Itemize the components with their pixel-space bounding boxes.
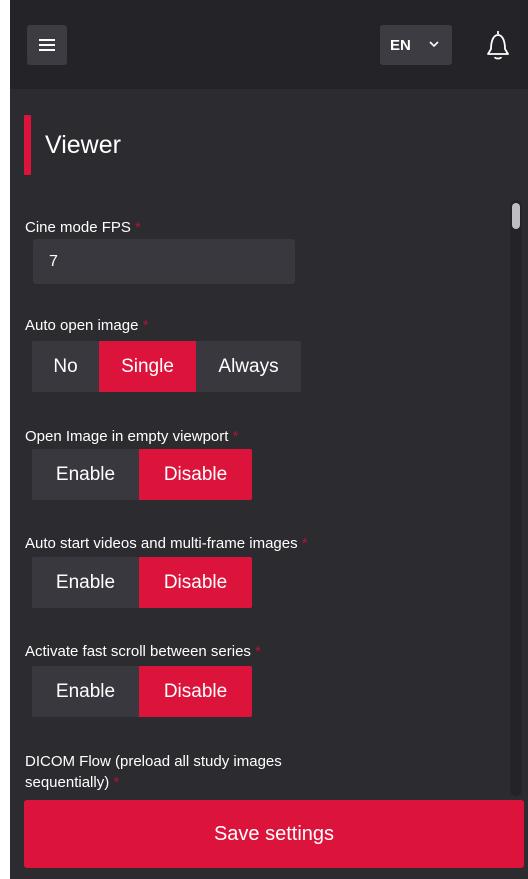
hamburger-icon xyxy=(39,39,55,51)
required-marker: * xyxy=(255,643,261,660)
required-marker: * xyxy=(301,535,308,552)
auto-open-single-button[interactable]: Single xyxy=(99,341,196,392)
cine-fps-label-text: Cine mode FPS xyxy=(25,219,131,236)
auto-open-label-text: Auto open image xyxy=(25,317,139,334)
empty-viewport-label-text: Open Image in empty viewport xyxy=(25,428,229,445)
auto-start-toggle: Enable Disable xyxy=(32,557,252,608)
page-title: Viewer xyxy=(45,130,121,159)
empty-viewport-toggle: Enable Disable xyxy=(32,449,252,500)
bell-icon[interactable] xyxy=(483,25,513,65)
empty-viewport-label: Open Image in empty viewport * xyxy=(25,426,238,447)
auto-open-label: Auto open image * xyxy=(25,315,148,336)
fast-scroll-label: Activate fast scroll between series * xyxy=(25,641,261,662)
dicom-flow-label-line1: DICOM Flow (preload all study images xyxy=(25,753,282,770)
fast-scroll-label-text: Activate fast scroll between series xyxy=(25,643,251,660)
auto-open-toggle: No Single Always xyxy=(32,341,301,392)
chevron-down-icon xyxy=(429,41,439,48)
auto-start-label: Auto start videos and multi-frame images… xyxy=(25,533,308,554)
dicom-flow-label: DICOM Flow (preload all study images seq… xyxy=(25,751,282,793)
save-settings-button[interactable]: Save settings xyxy=(24,800,524,868)
empty-viewport-enable-button[interactable]: Enable xyxy=(32,449,139,500)
cine-fps-input[interactable] xyxy=(33,239,295,284)
fast-scroll-enable-button[interactable]: Enable xyxy=(32,666,139,717)
scrollbar-thumb[interactable] xyxy=(512,203,520,229)
language-value: EN xyxy=(390,36,411,54)
app: EN Viewer Cine mode FPS * Auto open imag… xyxy=(10,0,528,879)
required-marker: * xyxy=(232,428,239,445)
fast-scroll-disable-button[interactable]: Disable xyxy=(139,666,252,717)
auto-start-label-text: Auto start videos and multi-frame images xyxy=(25,535,298,552)
menu-button[interactable] xyxy=(27,25,67,65)
language-select[interactable]: EN xyxy=(380,25,452,65)
section-header: Viewer xyxy=(24,115,121,175)
auto-open-always-button[interactable]: Always xyxy=(196,341,301,392)
auto-start-enable-button[interactable]: Enable xyxy=(32,557,139,608)
auto-start-disable-button[interactable]: Disable xyxy=(139,557,252,608)
section-accent-bar xyxy=(24,115,31,175)
auto-open-no-button[interactable]: No xyxy=(32,341,99,392)
required-marker: * xyxy=(113,774,120,791)
scrollbar[interactable] xyxy=(510,200,522,796)
top-bar: EN xyxy=(10,0,528,89)
empty-viewport-disable-button[interactable]: Disable xyxy=(139,449,252,500)
fast-scroll-toggle: Enable Disable xyxy=(32,666,252,717)
required-marker: * xyxy=(135,219,141,236)
required-marker: * xyxy=(142,317,149,334)
dicom-flow-label-line2: sequentially) xyxy=(25,774,110,791)
cine-fps-label: Cine mode FPS * xyxy=(25,217,141,238)
